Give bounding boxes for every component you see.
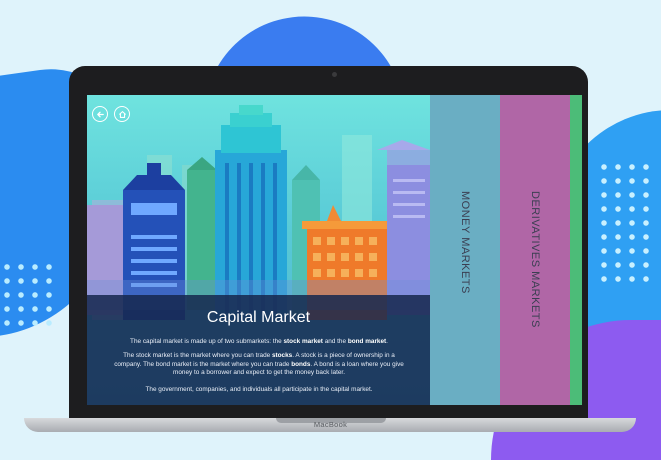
tab-money-markets[interactable]: MONEY MARKETS	[430, 95, 500, 405]
city-illustration: Capital Market The capital market is mad…	[87, 95, 430, 405]
camera-dot	[332, 72, 337, 77]
para2-text: The stock market is the market where you…	[123, 352, 272, 359]
description-paragraph-3: The government, companies, and individua…	[145, 386, 373, 393]
laptop-brand: MacBook	[313, 420, 348, 429]
arrow-left-icon	[96, 111, 104, 117]
tab-derivatives-markets-label: DERIVATIVES MARKETS	[529, 191, 541, 328]
description-paragraph-1: The capital market is made up of two sub…	[109, 338, 409, 347]
para1-text-end: .	[386, 338, 388, 345]
home-button[interactable]	[114, 106, 130, 122]
background-dots-left	[0, 260, 60, 330]
tab-money-markets-label: MONEY MARKETS	[459, 191, 471, 294]
para1-bold-bond-market: bond market	[347, 338, 387, 345]
home-icon	[118, 110, 126, 118]
para1-bold-stock-market: stock market	[283, 338, 323, 345]
para1-text-mid: and the	[322, 338, 348, 345]
page-title: Capital Market	[206, 309, 311, 326]
background-dots-right	[597, 160, 655, 290]
laptop-screen: Capital Market The capital market is mad…	[87, 95, 582, 405]
tab-derivatives-markets[interactable]: DERIVATIVES MARKETS	[500, 95, 570, 405]
para2-bold-stocks: stocks	[271, 352, 293, 359]
tab-green-edge[interactable]	[570, 95, 582, 405]
para1-text: The capital market is made up of two sub…	[130, 338, 284, 345]
description-paragraph-2: The stock market is the market where you…	[109, 352, 409, 378]
para2-bold-bonds: bonds	[291, 360, 311, 368]
back-button[interactable]	[92, 106, 108, 122]
